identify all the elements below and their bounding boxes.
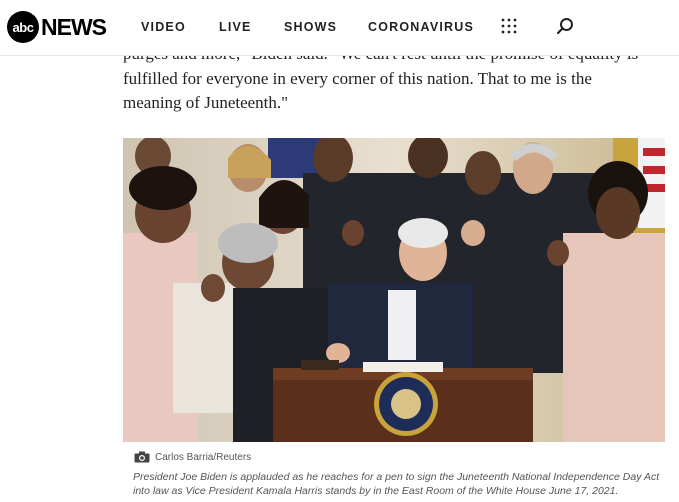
news-logo-word: NEWS	[41, 13, 107, 40]
site-header: abc NEWS VIDEO LIVE SHOWS CORONAVIRUS	[0, 0, 679, 56]
search-icon[interactable]	[556, 17, 574, 35]
article-photo[interactable]	[123, 138, 665, 442]
nav-item-video[interactable]: VIDEO	[141, 20, 186, 34]
abc-news-logo[interactable]: abc NEWS	[7, 11, 107, 43]
abc-logo-mark: abc	[7, 11, 39, 43]
juneteenth-signing-photo	[123, 138, 665, 442]
article-paragraph-line: meaning of Juneteenth."	[123, 93, 289, 112]
photo-credit: Carlos Barria/Reuters	[134, 450, 251, 464]
nav-item-coronavirus[interactable]: CORONAVIRUS	[368, 20, 474, 34]
photo-credit-text: Carlos Barria/Reuters	[155, 451, 252, 463]
nav-item-shows[interactable]: SHOWS	[284, 20, 337, 34]
grid-icon[interactable]	[501, 18, 517, 34]
photo-caption: President Joe Biden is applauded as he r…	[133, 471, 660, 497]
camera-icon	[134, 451, 150, 463]
nav-item-live[interactable]: LIVE	[219, 20, 252, 34]
article-paragraph-line: fulfilled for everyone in every corner o…	[123, 68, 592, 88]
